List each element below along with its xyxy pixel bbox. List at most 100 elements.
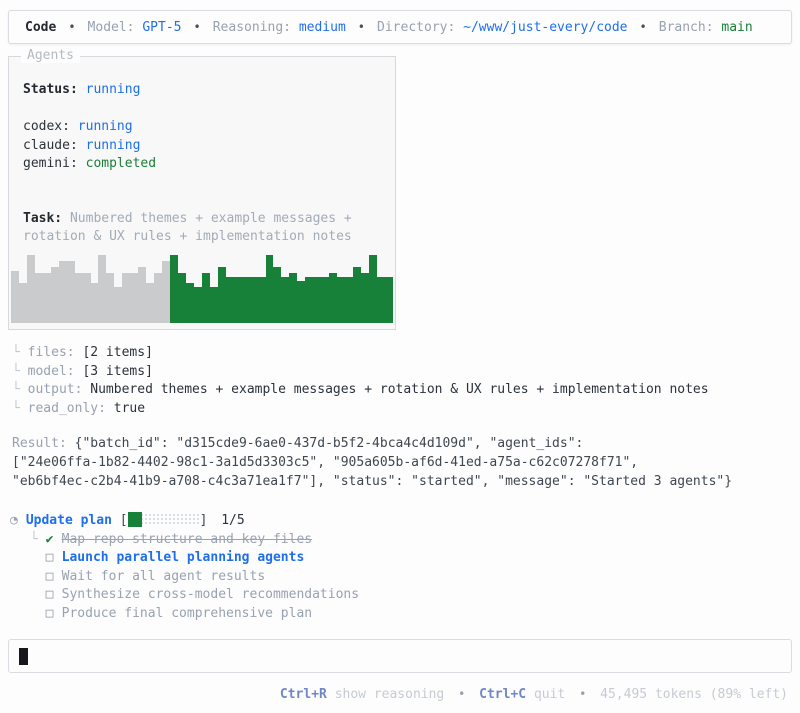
tree-branch-icon: └ (30, 531, 38, 547)
update-plan-block: ◔ Update plan [] 1/5 └ ✔ Map repo structur… (10, 512, 792, 623)
plan-item: └ □Synthesize cross-model recommendation… (30, 586, 792, 605)
activity-bar (257, 277, 266, 323)
activity-bar (368, 255, 377, 323)
plan-item-label: Launch parallel planning agents (61, 550, 305, 566)
activity-bar (82, 273, 91, 323)
branch-value: main (721, 19, 753, 35)
clock-icon: ◔ (10, 513, 18, 529)
activity-bar (345, 277, 353, 323)
agent-name: claude: (23, 137, 78, 153)
activity-bar (66, 261, 75, 323)
activity-bar (297, 281, 306, 323)
bullet-separator: • (68, 20, 76, 34)
checkbox-icon: □ (45, 550, 54, 566)
activity-bar (209, 287, 218, 323)
agent-row-gemini: gemini: completed (23, 155, 381, 174)
tree-value: true (113, 400, 146, 416)
shortcut-key: Ctrl+C (479, 687, 527, 703)
reasoning-label: Reasoning: (212, 19, 291, 35)
agent-state: running (77, 119, 133, 134)
activity-bar (34, 273, 43, 323)
activity-bar (193, 287, 202, 323)
activity-bar (178, 273, 186, 323)
bullet-separator: • (357, 20, 366, 34)
tree-branch-icon: └ (12, 382, 20, 397)
plan-item-label: Map repo structure and key files (61, 531, 313, 547)
plan-title: Update plan (25, 513, 112, 529)
bullet-separator: • (193, 20, 201, 34)
model-label: Model: (87, 19, 135, 35)
activity-bar (114, 287, 123, 323)
plan-item: └ □Launch parallel planning agents (30, 549, 792, 568)
activity-bar (305, 277, 314, 323)
bullet-separator: • (639, 20, 647, 34)
plan-header: ◔ Update plan [] 1/5 (10, 512, 792, 531)
result-line: ["24e06ffa-1b82-4402-98c1-3a1d5d3303c5",… (12, 454, 639, 470)
text-cursor (19, 647, 28, 665)
model-field: Model: GPT-5 (88, 20, 182, 35)
checkbox-icon: □ (45, 605, 54, 621)
activity-bar (42, 273, 51, 323)
agent-name: codex: (23, 119, 70, 134)
result-line: "eb6bf4ec-c2b4-41b9-a708-c4c3a71ea1f7"],… (12, 473, 733, 489)
activity-bar (281, 277, 290, 323)
plan-items: └ ✔ Map repo structure and key files └ □ L… (30, 531, 792, 624)
task-row: Task: Numbered themes + example messages… (23, 210, 381, 247)
activity-bar (217, 267, 226, 323)
activity-chart (11, 251, 393, 323)
agent-row-codex: codex: running (23, 118, 381, 137)
footer-hints: Ctrl+R show reasoning • Ctrl+C quit • 45… (8, 687, 792, 702)
result-label: Result: (12, 436, 67, 451)
agent-name: gemini: (23, 156, 78, 171)
plan-item-label: Produce final comprehensive plan (61, 605, 313, 621)
activity-bar (106, 273, 115, 323)
tree-branch-icon: └ (12, 363, 20, 379)
terminal-page: Code • Model: GPT-5 • Reasoning: medium … (0, 0, 800, 713)
activity-bar (201, 273, 210, 323)
token-usage: 45,495 tokens (89% left) (600, 687, 788, 703)
tree-branch-icon: └ (12, 400, 20, 416)
tree-row: └ output: Numbered themes + example mess… (12, 381, 792, 400)
activity-bar (170, 255, 179, 323)
activity-bar (265, 255, 274, 323)
activity-bar (50, 267, 59, 323)
shortcut-label: show reasoning (334, 687, 445, 703)
activity-bar (185, 283, 194, 323)
progress-bracket-open: [ (119, 513, 128, 529)
activity-bar (337, 277, 346, 323)
activity-bar (18, 283, 27, 323)
check-icon: ✔ (45, 531, 54, 547)
result-line: Result: {"batch_id": "d315cde9-6ae0-437d… (12, 435, 792, 454)
checkbox-icon: □ (45, 587, 54, 603)
agent-state: completed (85, 156, 157, 171)
activity-bar (233, 277, 242, 323)
agent-state: running (85, 137, 141, 153)
checkbox-icon: □ (45, 568, 54, 584)
tree-row: └ files: [2 items] (12, 344, 792, 363)
tool-args-tree: └ files: [2 items] └ model: [3 items] └ … (12, 344, 792, 418)
activity-bar (329, 273, 338, 323)
status-row: Status: running (23, 81, 381, 100)
reasoning-field: Reasoning: medium (213, 20, 346, 35)
model-value: GPT-5 (142, 19, 182, 35)
activity-bar (98, 255, 107, 323)
tree-row: └ model: [3 items] (12, 363, 792, 382)
agents-panel: Agents Status: running codex: running cl… (8, 48, 396, 330)
agents-panel-body: Status: running codex: running claude: r… (9, 57, 395, 247)
top-status-bar: Code • Model: GPT-5 • Reasoning: medium … (8, 10, 792, 44)
tree-key: read_only: (27, 400, 106, 416)
activity-bar (138, 267, 147, 323)
activity-bar (74, 273, 83, 323)
plan-item-label: Synthesize cross-model recommendations (61, 587, 360, 603)
task-value: Numbered themes + example messages + rot… (23, 210, 352, 245)
activity-bar (249, 277, 258, 323)
message-input[interactable] (8, 639, 792, 674)
activity-bar (225, 277, 234, 323)
activity-bar (11, 271, 19, 323)
tree-key: files: (27, 345, 75, 360)
activity-bar (313, 277, 322, 323)
activity-bar (360, 273, 369, 323)
tree-branch-icon: └ (12, 345, 20, 360)
result-block: Result: {"batch_id": "d315cde9-6ae0-437d… (12, 435, 792, 491)
tree-row: └ read_only: true (12, 400, 792, 419)
